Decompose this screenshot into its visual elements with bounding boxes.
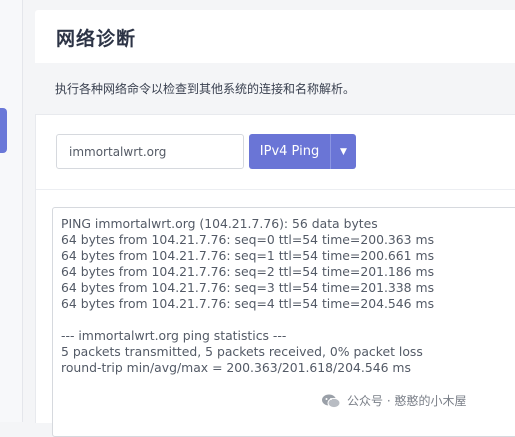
divider bbox=[36, 189, 515, 190]
watermark: 公众号 · 憨憨的小木屋 bbox=[321, 392, 466, 409]
sidebar-active-indicator[interactable] bbox=[0, 108, 7, 153]
output-line: PING immortalwrt.org (104.21.7.76): 56 d… bbox=[61, 216, 378, 231]
host-input[interactable] bbox=[56, 134, 244, 169]
command-dropdown-button[interactable]: ▼ bbox=[330, 134, 356, 169]
page-header: 网络诊断 bbox=[35, 10, 515, 63]
diagnostics-panel: IPv4 Ping ▼ PING immortalwrt.org (104.21… bbox=[35, 114, 515, 437]
output-line: 5 packets transmitted, 5 packets receive… bbox=[61, 344, 423, 359]
output-line: 64 bytes from 104.21.7.76: seq=3 ttl=54 … bbox=[61, 280, 435, 295]
page-title: 网络诊断 bbox=[56, 28, 137, 50]
output-line: 64 bytes from 104.21.7.76: seq=4 ttl=54 … bbox=[61, 296, 435, 311]
chevron-down-icon: ▼ bbox=[340, 146, 347, 157]
ping-button-group: IPv4 Ping ▼ bbox=[249, 134, 356, 169]
output-line: 64 bytes from 104.21.7.76: seq=0 ttl=54 … bbox=[61, 232, 435, 247]
sidebar bbox=[0, 0, 23, 422]
wechat-icon bbox=[322, 394, 341, 408]
output-line: 64 bytes from 104.21.7.76: seq=2 ttl=54 … bbox=[61, 264, 435, 279]
output-line: ​ bbox=[61, 312, 513, 328]
page-description: 执行各种网络命令以检查到其他系统的连接和名称解析。 bbox=[55, 82, 356, 96]
output-line: round-trip min/avg/max = 200.363/201.618… bbox=[61, 360, 411, 375]
watermark-text: 公众号 · 憨憨的小木屋 bbox=[347, 394, 467, 408]
output-line: 64 bytes from 104.21.7.76: seq=1 ttl=54 … bbox=[61, 248, 435, 263]
output-line: --- immortalwrt.org ping statistics --- bbox=[61, 328, 287, 343]
ipv4-ping-button[interactable]: IPv4 Ping bbox=[249, 134, 330, 169]
